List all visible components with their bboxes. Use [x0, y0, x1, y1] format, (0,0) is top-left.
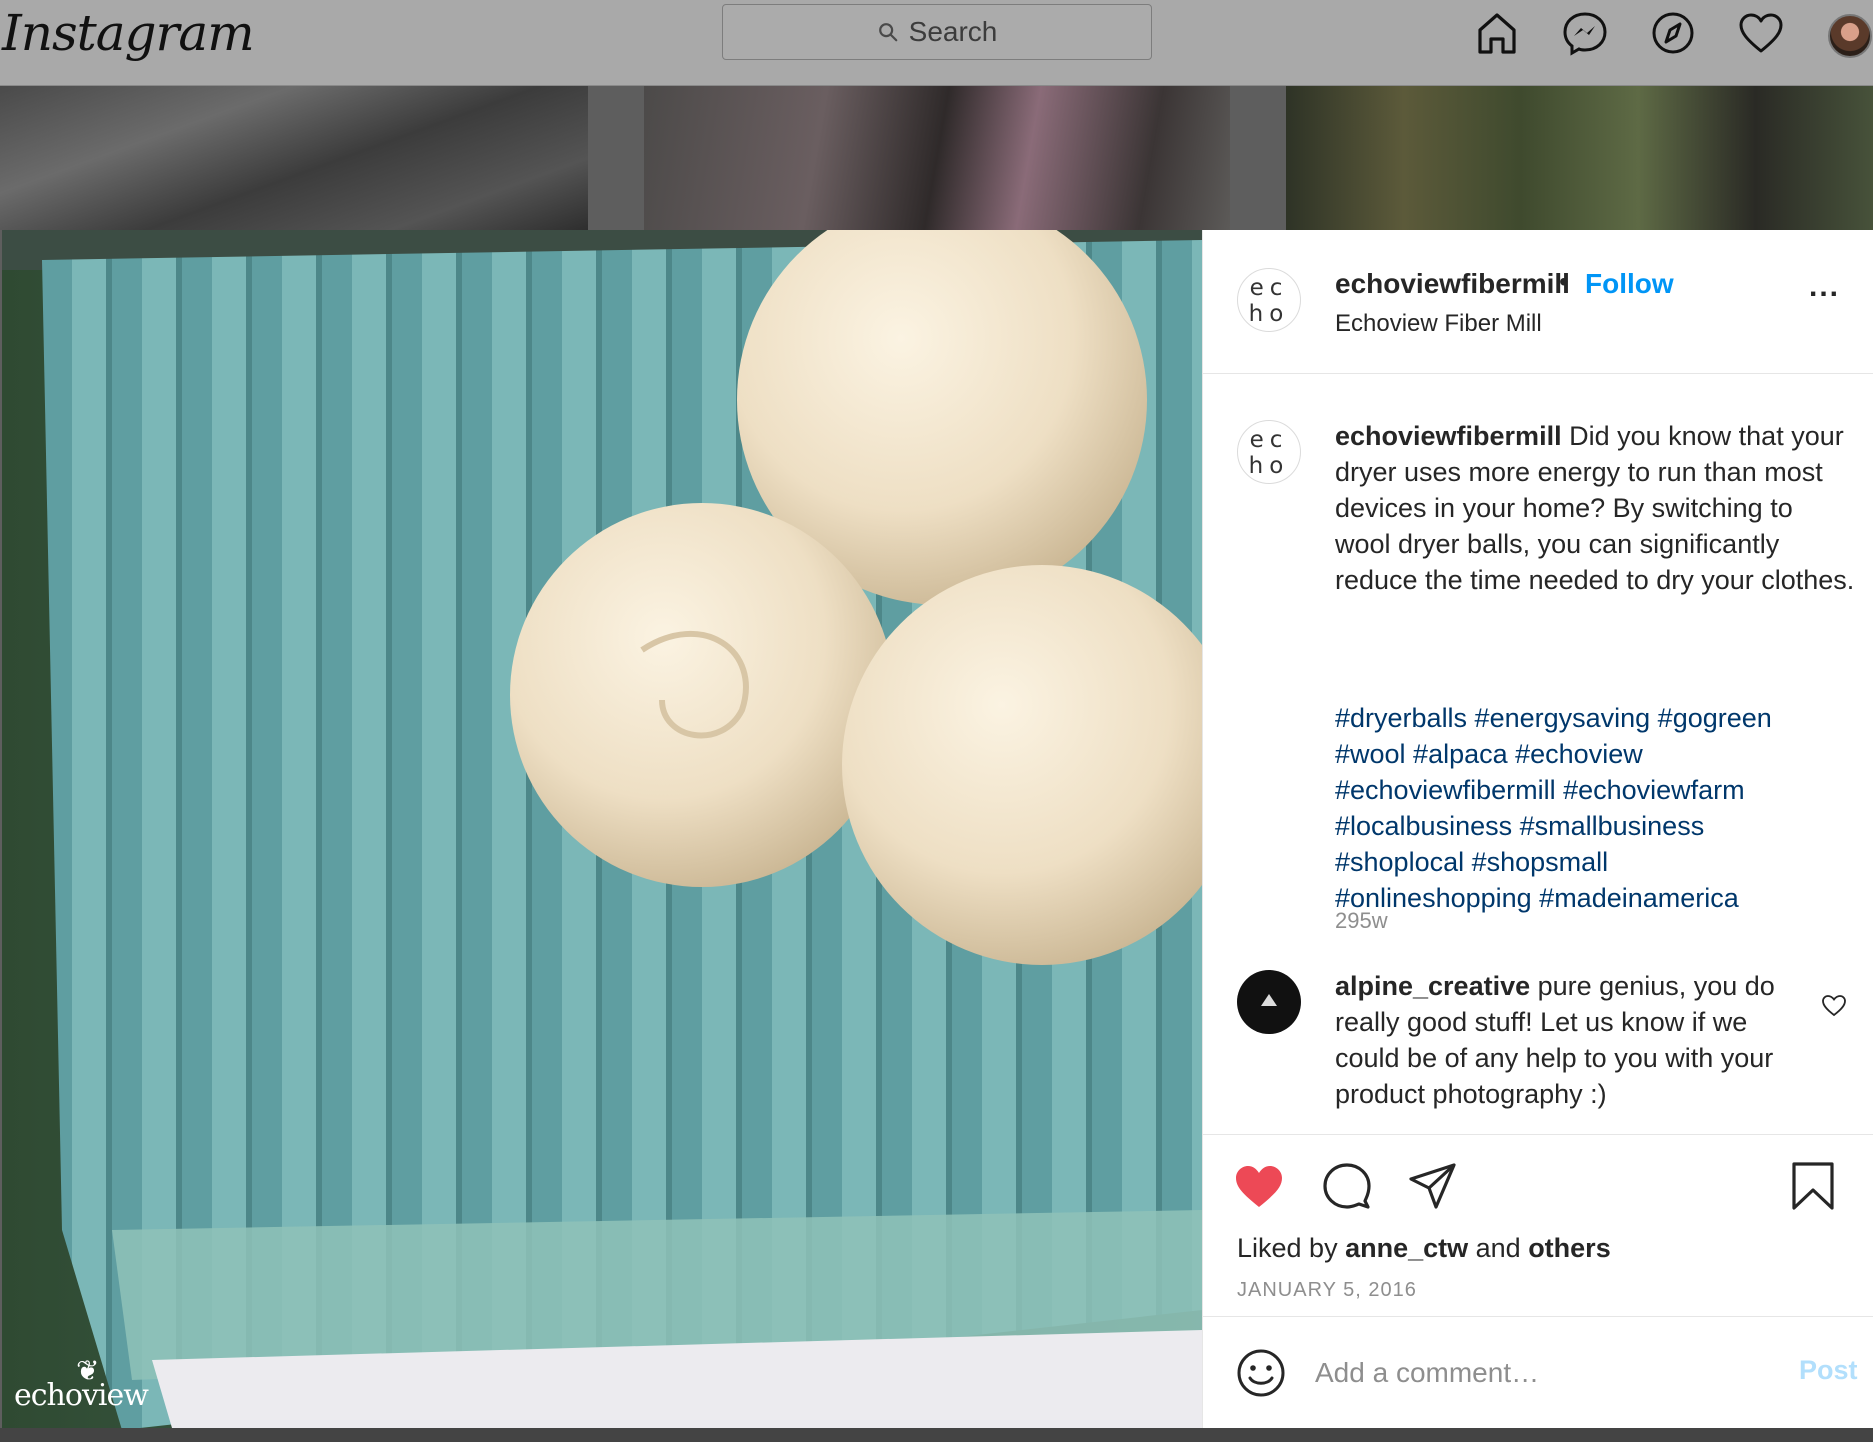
hashtag-line[interactable]: #echoviewfibermill #echoviewfarm [1335, 772, 1855, 808]
commenter-avatar[interactable] [1237, 970, 1301, 1034]
post-actions: Liked by anne_ctw and others JANUARY 5, … [1203, 1134, 1873, 1301]
home-icon[interactable] [1472, 8, 1522, 58]
top-nav: Instagram Search [0, 0, 1873, 86]
post-caption: echoviewfibermill Did you know that your… [1335, 418, 1855, 598]
caption-author-avatar[interactable]: ec ho [1237, 420, 1301, 484]
post-location[interactable]: Echoview Fiber Mill [1335, 310, 1542, 338]
instagram-logo[interactable]: Instagram [2, 4, 255, 62]
avatar-text: ec [1249, 275, 1289, 301]
hashtag-line[interactable]: #localbusiness #smallbusiness [1335, 808, 1855, 844]
avatar-text: ho [1248, 453, 1290, 479]
search-placeholder: Search [908, 16, 998, 47]
hashtag-line[interactable]: #onlineshopping #madeinamerica [1335, 880, 1855, 916]
hashtag-list: #dryerballs #energysaving #gogreen #wool… [1335, 700, 1855, 916]
grid-row [0, 1428, 1873, 1442]
separator-dot: • [1559, 266, 1569, 297]
post-date[interactable]: JANUARY 5, 2016 [1237, 1279, 1417, 1302]
explore-icon[interactable] [1648, 8, 1698, 58]
dryer-balls-photo [2, 230, 1202, 1428]
comment: alpine_creative pure genius, you do real… [1335, 968, 1815, 1112]
follow-button[interactable]: Follow [1585, 268, 1674, 300]
grid-thumbnail[interactable] [644, 86, 1230, 230]
messenger-icon[interactable] [1560, 8, 1610, 58]
add-comment-input[interactable] [1315, 1353, 1755, 1393]
comments-list[interactable]: ec ho echoviewfibermill Did you know tha… [1203, 374, 1873, 1134]
search-icon [878, 23, 897, 42]
post-photo[interactable]: ❦ echoview [2, 230, 1202, 1428]
save-bookmark-icon[interactable] [1787, 1161, 1839, 1211]
avatar-text: ho [1248, 301, 1290, 327]
post-header: ec ho echoviewfibermill • Follow Echovie… [1203, 230, 1873, 374]
activity-heart-icon[interactable] [1736, 8, 1786, 58]
author-avatar[interactable]: ec ho [1237, 268, 1301, 332]
caption-username[interactable]: echoviewfibermill [1335, 421, 1562, 451]
emoji-icon[interactable] [1235, 1347, 1287, 1399]
like-heart-icon[interactable] [1233, 1161, 1285, 1211]
add-comment-bar: Post [1203, 1316, 1873, 1428]
profile-avatar[interactable] [1828, 14, 1872, 58]
more-options-icon[interactable]: ... [1809, 270, 1840, 304]
avatar-text: ec [1249, 427, 1289, 453]
post-age[interactable]: 295w [1335, 908, 1388, 934]
photo-watermark: echoview [14, 1378, 149, 1413]
comment-like-heart-icon[interactable] [1821, 992, 1847, 1018]
share-icon[interactable] [1407, 1161, 1459, 1211]
mountain-logo-icon [1261, 994, 1277, 1006]
hashtag-line[interactable]: #dryerballs #energysaving #gogreen [1335, 700, 1855, 736]
author-username[interactable]: echoviewfibermill [1335, 268, 1570, 300]
search-box[interactable]: Search [722, 4, 1152, 60]
grid-thumbnail[interactable] [1286, 86, 1873, 230]
liked-others[interactable]: others [1528, 1233, 1611, 1263]
post-side-panel: ec ho echoviewfibermill • Follow Echovie… [1202, 230, 1873, 1428]
liked-user[interactable]: anne_ctw [1345, 1233, 1468, 1263]
hashtag-line[interactable]: #shoplocal #shopsmall [1335, 844, 1855, 880]
comment-username[interactable]: alpine_creative [1335, 971, 1530, 1001]
liked-prefix: Liked by [1237, 1233, 1346, 1263]
post-modal: ❦ echoview ec ho echoviewfibermill • Fol… [2, 230, 1873, 1428]
hashtag-line[interactable]: #wool #alpaca #echoview [1335, 736, 1855, 772]
post-comment-button[interactable]: Post [1799, 1355, 1858, 1386]
liked-by-summary: Liked by anne_ctw and others [1237, 1233, 1611, 1264]
liked-mid: and [1468, 1233, 1529, 1263]
comment-icon[interactable] [1321, 1161, 1373, 1211]
grid-thumbnail[interactable] [0, 86, 588, 230]
